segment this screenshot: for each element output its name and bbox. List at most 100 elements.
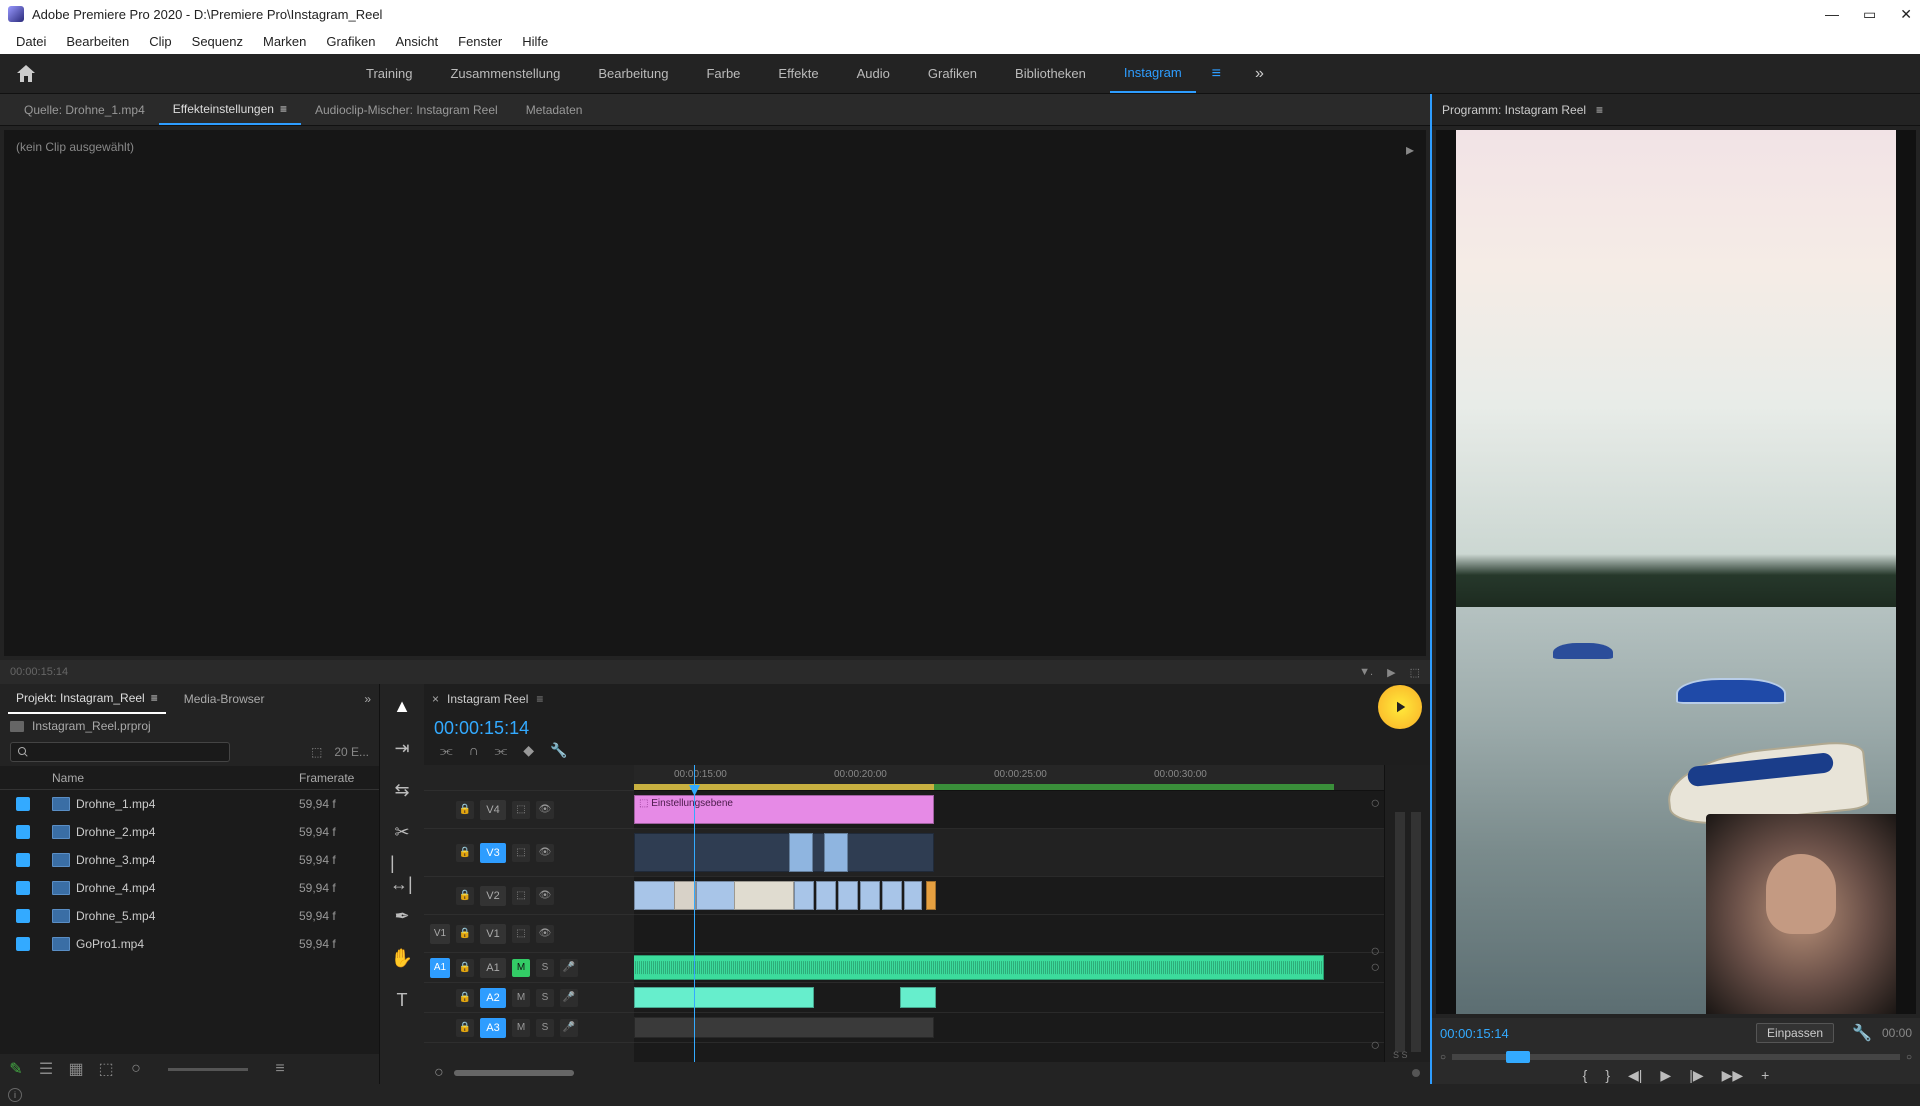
video-clip[interactable]: [674, 881, 696, 910]
solo-icon[interactable]: S: [536, 989, 554, 1007]
pencil-icon[interactable]: ✎: [8, 1061, 24, 1077]
tab-project[interactable]: Projekt: Instagram_Reel ≡: [8, 684, 166, 714]
zoom-dot-icon[interactable]: ○: [128, 1061, 144, 1077]
menu-sequence[interactable]: Sequenz: [182, 34, 253, 49]
sync-lock-icon[interactable]: ⬚: [512, 844, 530, 862]
eye-icon[interactable]: 👁: [536, 801, 554, 819]
eye-icon[interactable]: 👁: [536, 925, 554, 943]
project-row[interactable]: Drohne_2.mp4 59,94 f: [0, 818, 379, 846]
menu-help[interactable]: Hilfe: [512, 34, 558, 49]
mark-in-icon[interactable]: {: [1583, 1067, 1588, 1083]
project-row[interactable]: Drohne_5.mp4 59,94 f: [0, 902, 379, 930]
workspace-overflow-icon[interactable]: »: [1255, 65, 1264, 83]
source-a1-target[interactable]: A1: [430, 958, 450, 978]
ws-training[interactable]: Training: [352, 54, 426, 93]
tab-metadata[interactable]: Metadaten: [512, 94, 597, 125]
settings-icon[interactable]: 🔧: [1852, 1023, 1872, 1043]
razor-tool-icon[interactable]: ✂: [390, 820, 414, 844]
filter-icon[interactable]: ▼.: [1359, 666, 1373, 679]
mute-icon[interactable]: M: [512, 989, 530, 1007]
track-header-a1[interactable]: A1 🔒 A1 M S 🎤: [424, 953, 634, 983]
program-menu-icon[interactable]: ≡: [1596, 103, 1603, 117]
ripple-tool-icon[interactable]: ⇆: [390, 778, 414, 802]
solo-icon[interactable]: S: [536, 959, 554, 977]
project-row[interactable]: Drohne_3.mp4 59,94 f: [0, 846, 379, 874]
video-clip[interactable]: [838, 881, 858, 910]
step-back-icon[interactable]: ◀|: [1628, 1067, 1642, 1084]
ws-effects[interactable]: Effekte: [764, 54, 832, 93]
video-clip[interactable]: [882, 881, 902, 910]
voice-rec-icon[interactable]: 🎤: [560, 989, 578, 1007]
solo-icon[interactable]: S: [536, 1019, 554, 1037]
track-header-a2[interactable]: 🔒 A2 M S 🎤: [424, 983, 634, 1013]
menu-file[interactable]: Datei: [6, 34, 56, 49]
voice-rec-icon[interactable]: 🎤: [560, 959, 578, 977]
next-edit-icon[interactable]: ▶▶: [1722, 1067, 1744, 1084]
hand-tool-icon[interactable]: ✋: [390, 946, 414, 970]
video-clip[interactable]: [904, 881, 922, 910]
type-tool-icon[interactable]: T: [390, 988, 414, 1012]
project-table[interactable]: Name Framerate Drohne_1.mp4 59,94 f Droh…: [0, 766, 379, 1054]
export-icon[interactable]: ⬚: [1410, 666, 1420, 679]
play-icon[interactable]: ▶: [1660, 1067, 1671, 1084]
tab-audio-mixer[interactable]: Audioclip-Mischer: Instagram Reel: [301, 94, 512, 125]
minimize-button[interactable]: —: [1825, 6, 1839, 23]
menu-window[interactable]: Fenster: [448, 34, 512, 49]
sort-icon[interactable]: ≡: [272, 1061, 288, 1077]
tl-marker-icon[interactable]: ◆: [523, 742, 534, 759]
video-clip[interactable]: [634, 833, 934, 872]
panel-menu-icon[interactable]: ≡: [280, 102, 287, 116]
timeline-menu-icon[interactable]: ≡: [536, 692, 543, 706]
program-scrubber[interactable]: [1452, 1054, 1900, 1060]
mute-icon[interactable]: M: [512, 959, 530, 977]
thumb-size-slider[interactable]: [168, 1068, 248, 1071]
sequence-name[interactable]: Instagram Reel: [447, 692, 528, 706]
tab-media-browser[interactable]: Media-Browser: [176, 684, 273, 714]
fit-dropdown[interactable]: Einpassen: [1756, 1023, 1834, 1043]
panel-menu-icon[interactable]: ≡: [151, 691, 158, 705]
sync-lock-icon[interactable]: ⬚: [512, 887, 530, 905]
selection-tool-icon[interactable]: ▲: [390, 694, 414, 718]
tab-effect-controls[interactable]: Effekteinstellungen ≡: [159, 94, 301, 125]
ws-editing[interactable]: Bearbeitung: [584, 54, 682, 93]
video-clip[interactable]: [734, 881, 794, 910]
step-icon[interactable]: ▶: [1387, 666, 1395, 679]
audio-clip[interactable]: [900, 987, 936, 1008]
track-header-v3[interactable]: 🔒 V3 ⬚ 👁: [424, 829, 634, 877]
mark-out-icon[interactable]: }: [1605, 1067, 1610, 1083]
mute-icon[interactable]: M: [512, 1019, 530, 1037]
video-clip[interactable]: [926, 881, 936, 910]
lock-icon[interactable]: 🔒: [456, 887, 474, 905]
list-view-icon[interactable]: ☰: [38, 1061, 54, 1077]
slip-tool-icon[interactable]: |↔|: [390, 862, 414, 886]
maximize-button[interactable]: ▭: [1863, 6, 1876, 23]
pen-tool-icon[interactable]: ✒: [390, 904, 414, 928]
eye-icon[interactable]: 👁: [536, 844, 554, 862]
audio-clip[interactable]: [634, 987, 814, 1008]
sync-lock-icon[interactable]: ⬚: [512, 925, 530, 943]
close-button[interactable]: ✕: [1900, 6, 1912, 23]
new-bin-icon[interactable]: ⬚: [311, 745, 322, 759]
program-viewer[interactable]: [1436, 130, 1916, 1014]
video-clip[interactable]: [816, 881, 836, 910]
step-fwd-icon[interactable]: |▶: [1689, 1067, 1703, 1084]
eye-icon[interactable]: 👁: [536, 887, 554, 905]
ws-audio[interactable]: Audio: [843, 54, 904, 93]
voice-rec-icon[interactable]: 🎤: [560, 1019, 578, 1037]
menu-view[interactable]: Ansicht: [385, 34, 448, 49]
timeline-timecode[interactable]: 00:00:15:14: [434, 718, 529, 739]
track-header-v4[interactable]: 🔒 V4 ⬚ 👁: [424, 791, 634, 829]
track-header-a3[interactable]: 🔒 A3 M S 🎤: [424, 1013, 634, 1043]
menu-edit[interactable]: Bearbeiten: [56, 34, 139, 49]
workspace-menu-icon[interactable]: ≡: [1212, 65, 1221, 83]
sequence-close-icon[interactable]: ×: [432, 692, 439, 706]
timeline-tracks[interactable]: 00:00:15:00 00:00:20:00 00:00:25:00 00:0…: [634, 765, 1384, 1062]
tab-source[interactable]: Quelle: Drohne_1.mp4: [10, 94, 159, 125]
lock-icon[interactable]: 🔒: [456, 801, 474, 819]
freeform-view-icon[interactable]: ⬚: [98, 1061, 114, 1077]
col-name[interactable]: Name: [46, 771, 299, 785]
timeline-zoom-bar[interactable]: [454, 1070, 574, 1076]
ws-color[interactable]: Farbe: [692, 54, 754, 93]
info-icon[interactable]: i: [8, 1088, 22, 1102]
add-marker-icon[interactable]: +: [1761, 1067, 1769, 1083]
